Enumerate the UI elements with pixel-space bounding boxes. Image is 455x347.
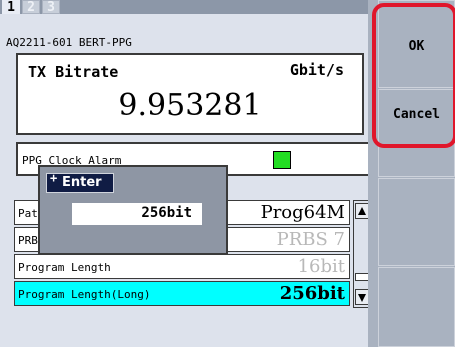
device-name: AQ2211-601 BERT-PPG [6,36,132,49]
arrow-down-icon [358,294,366,302]
value-input-text: 256bit [141,205,192,221]
enter-dialog-title: + Enter [46,171,114,193]
enter-dialog-title-text: Enter [62,175,102,190]
scroll-down-button[interactable] [355,289,369,305]
tab-strip: 1 2 3 [0,0,368,15]
list-item-value: 16bit [297,256,345,277]
list-item-label: Program Length(Long) [18,288,151,301]
list-item-program-length-long[interactable]: Program Length(Long) 256bit [14,281,350,306]
scroll-up-button[interactable] [355,203,369,219]
list-item-value: 256bit [279,283,345,304]
plus-icon: + [50,171,58,185]
softkey-4[interactable] [378,267,455,347]
highlight-ring [372,3,455,148]
list-item-value: Prog64M [260,202,345,223]
softkey-3[interactable] [378,178,455,266]
tx-bitrate-value: 9.953281 [118,88,262,123]
tab-3[interactable]: 3 [42,0,60,15]
list-item-program-length[interactable]: Program Length 16bit [14,254,350,279]
tx-bitrate-label: TX Bitrate [28,63,119,81]
instrument-screen: 1 2 3 AQ2211-601 BERT-PPG TX Bitrate Gbi… [0,0,455,347]
list-item-label: Program Length [18,261,111,274]
tab-1[interactable]: 1 [2,0,20,15]
tx-bitrate-display[interactable]: TX Bitrate Gbit/s 9.953281 [16,53,364,135]
alarm-led-icon [273,151,291,169]
tx-bitrate-unit: Gbit/s [289,61,344,79]
arrow-up-icon [358,207,366,215]
enter-dialog: + Enter 256bit [38,165,228,255]
value-input-field[interactable]: 256bit [72,203,202,225]
scroll-thumb[interactable] [355,273,369,281]
tab-2[interactable]: 2 [22,0,40,15]
list-item-value: PRBS 7 [276,229,345,250]
